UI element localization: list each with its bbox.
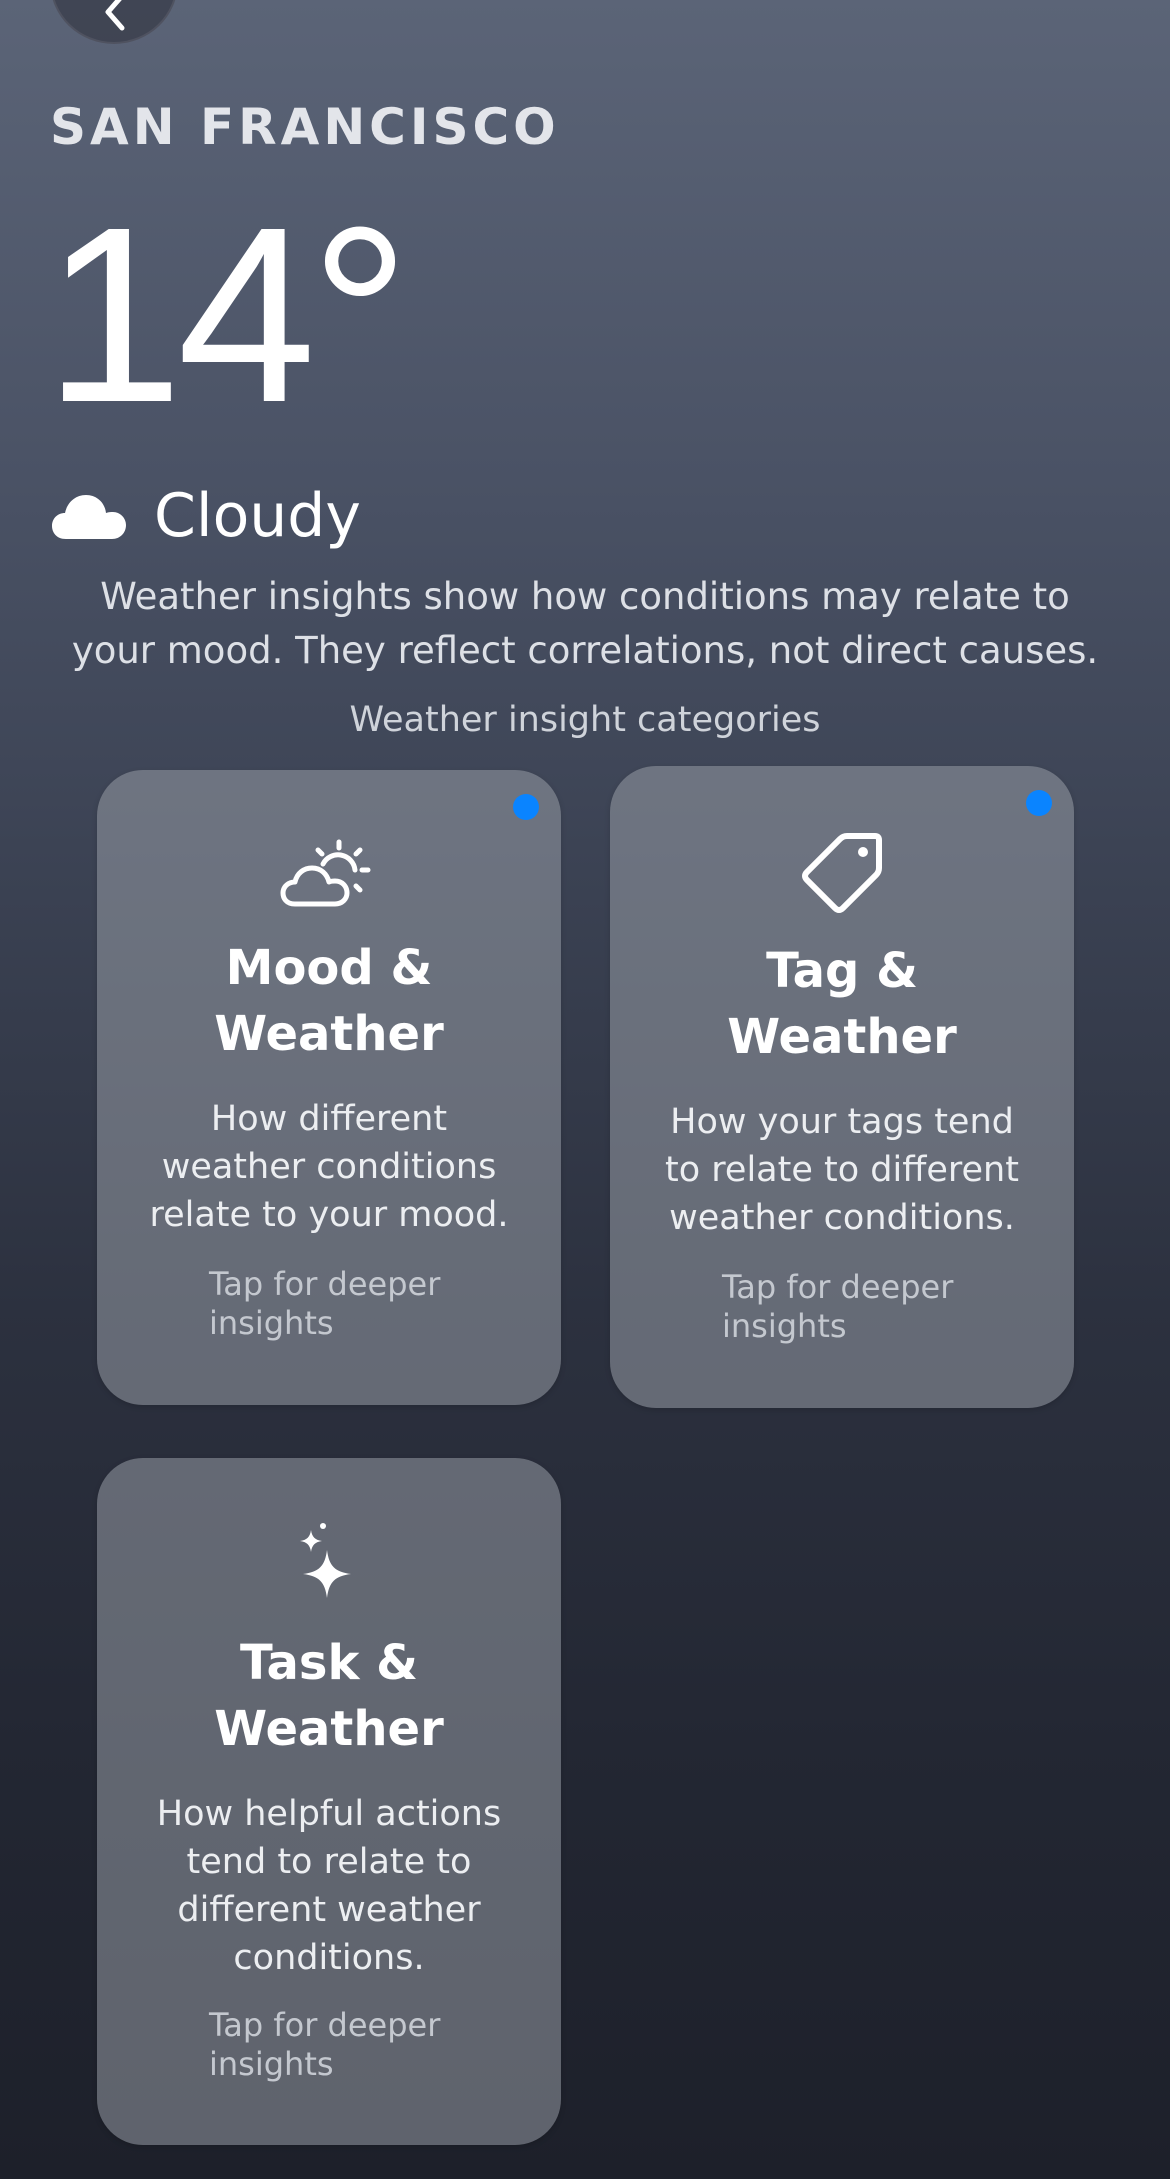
insights-explanation: Weather insights show how conditions may…: [71, 575, 1099, 672]
current-condition: Cloudy: [52, 480, 361, 552]
unread-dot: [1026, 790, 1052, 816]
card-hint: Tap for deeper insights: [209, 1265, 441, 1342]
condition-label: Cloudy: [154, 481, 361, 551]
chevron-left-icon: [105, 0, 125, 31]
task-weather-card[interactable]: Task & Weather How helpful actions tend t…: [97, 1458, 561, 2145]
card-description: How helpful actions tend to relate to di…: [156, 1794, 502, 1978]
cloud-sun-icon: [280, 839, 371, 907]
back-button[interactable]: [50, 0, 178, 44]
sparkles-icon: [300, 1523, 351, 1598]
card-hint: Tap for deeper insights: [722, 1268, 954, 1345]
card-hint: Tap for deeper insights: [209, 2006, 441, 2083]
cloud-icon: [52, 495, 126, 539]
card-description: How your tags tend to relate to differen…: [665, 1102, 1019, 1238]
card-title: Tag & Weather: [727, 943, 957, 1065]
temperature: 14°: [44, 175, 410, 454]
card-description: How different weather conditions relate …: [149, 1099, 509, 1235]
mood-weather-card[interactable]: Mood & Weather How different weather cond…: [97, 770, 561, 1405]
card-title: Task & Weather: [214, 1635, 444, 1757]
section-heading: Weather insight categories: [349, 700, 821, 740]
card-title: Mood & Weather: [214, 940, 444, 1062]
unread-dot: [513, 794, 539, 820]
tag-icon: [802, 833, 882, 913]
tag-weather-card[interactable]: Tag & Weather How your tags tend to relat…: [610, 766, 1074, 1408]
city-name: SAN FRANCISCO: [50, 98, 560, 156]
